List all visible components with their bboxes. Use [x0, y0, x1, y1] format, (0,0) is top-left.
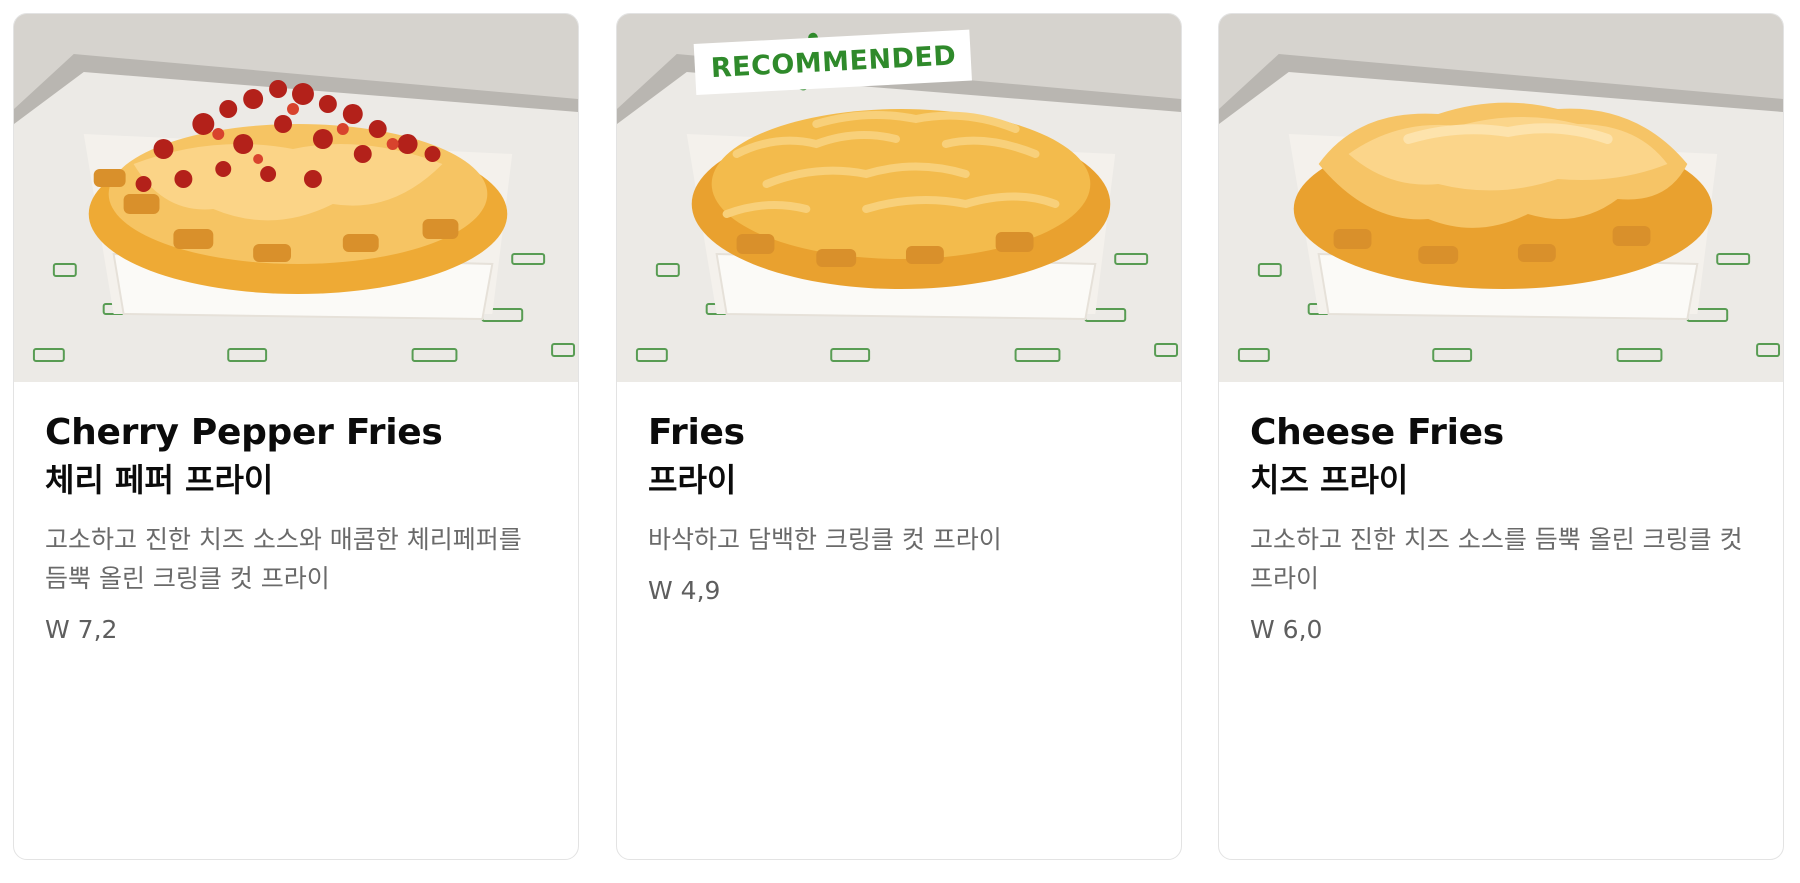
- product-image[interactable]: [1219, 14, 1783, 382]
- product-card-fries[interactable]: RECOMMENDED Fries 프라이 바삭하고 담백한 크링클 컷 프라이…: [616, 13, 1182, 860]
- product-name-ko: 프라이: [648, 461, 737, 499]
- product-card-cheese-fries[interactable]: Cheese Fries 치즈 프라이 고소하고 진한 치즈 소스를 듬뿍 올린…: [1218, 13, 1784, 860]
- product-name-en: Fries: [648, 412, 745, 453]
- product-price: W 4,9: [648, 576, 721, 605]
- product-image[interactable]: [14, 14, 578, 382]
- product-description: 바삭하고 담백한 크링클 컷 프라이: [648, 525, 1002, 554]
- product-name-ko: 치즈 프라이: [1250, 461, 1409, 499]
- product-card-cherry-pepper-fries[interactable]: Cherry Pepper Fries 체리 페퍼 프라이 고소하고 진한 치즈…: [13, 13, 579, 860]
- product-name-en: Cheese Fries: [1250, 412, 1504, 453]
- product-price: W 6,0: [1250, 615, 1323, 644]
- product-image[interactable]: RECOMMENDED: [617, 14, 1181, 382]
- product-name-ko: 체리 페퍼 프라이: [45, 461, 274, 499]
- product-info: Fries 프라이 바삭하고 담백한 크링클 컷 프라이 W 4,9: [617, 382, 1181, 609]
- product-description: 고소하고 진한 치즈 소스와 매콤한 체리페퍼를 듬뿍 올린 크링클 컷 프라이: [45, 525, 522, 593]
- product-info: Cherry Pepper Fries 체리 페퍼 프라이 고소하고 진한 치즈…: [14, 382, 578, 648]
- product-info: Cheese Fries 치즈 프라이 고소하고 진한 치즈 소스를 듬뿍 올린…: [1219, 382, 1783, 648]
- fries-photo-illustration: [1219, 14, 1783, 382]
- product-description: 고소하고 진한 치즈 소스를 듬뿍 올린 크링클 컷 프라이: [1250, 525, 1743, 593]
- recommended-badge: RECOMMENDED: [655, 28, 972, 108]
- fries-photo-illustration: [14, 14, 578, 382]
- menu-grid: Cherry Pepper Fries 체리 페퍼 프라이 고소하고 진한 치즈…: [0, 0, 1800, 883]
- product-price: W 7,2: [45, 615, 118, 644]
- product-name-en: Cherry Pepper Fries: [45, 412, 443, 453]
